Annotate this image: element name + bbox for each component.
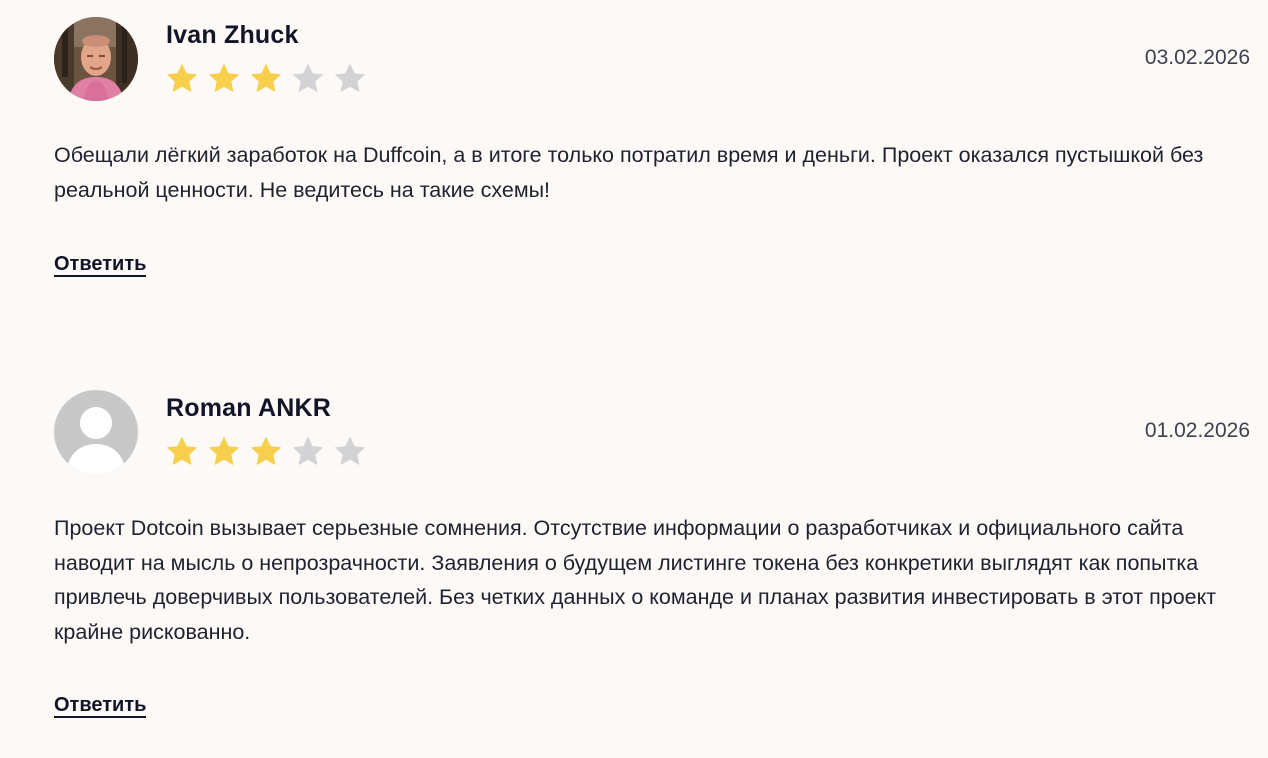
star-filled-icon: [250, 436, 282, 466]
review-text: Обещали лёгкий заработок на Duffcoin, а …: [54, 143, 1204, 202]
rating-stars: [164, 434, 368, 470]
star-empty-icon: [292, 436, 324, 466]
star-filled-icon: [166, 436, 198, 466]
avatar[interactable]: [54, 17, 138, 101]
avatar[interactable]: [54, 390, 138, 474]
star-empty-icon: [292, 63, 324, 93]
star-empty-icon: [334, 63, 366, 93]
default-user-icon: [54, 390, 138, 474]
star-filled-icon: [208, 63, 240, 93]
star-empty-icon: [334, 436, 366, 466]
star-filled-icon: [166, 63, 198, 93]
review-author: Ivan Zhuck: [166, 21, 299, 49]
star-filled-icon: [250, 63, 282, 93]
user-photo-icon: [54, 17, 138, 101]
star-filled-icon: [208, 436, 240, 466]
rating-stars: [164, 61, 368, 97]
review-date: 03.02.2026: [1144, 46, 1250, 69]
review-date: 01.02.2026: [1144, 419, 1250, 442]
reply-link[interactable]: Ответить: [54, 253, 147, 277]
review-text: Проект Dotcoin вызывает серьезные сомнен…: [54, 516, 1217, 644]
review-author: Roman ANKR: [166, 394, 331, 422]
reply-link[interactable]: Ответить: [54, 694, 147, 718]
